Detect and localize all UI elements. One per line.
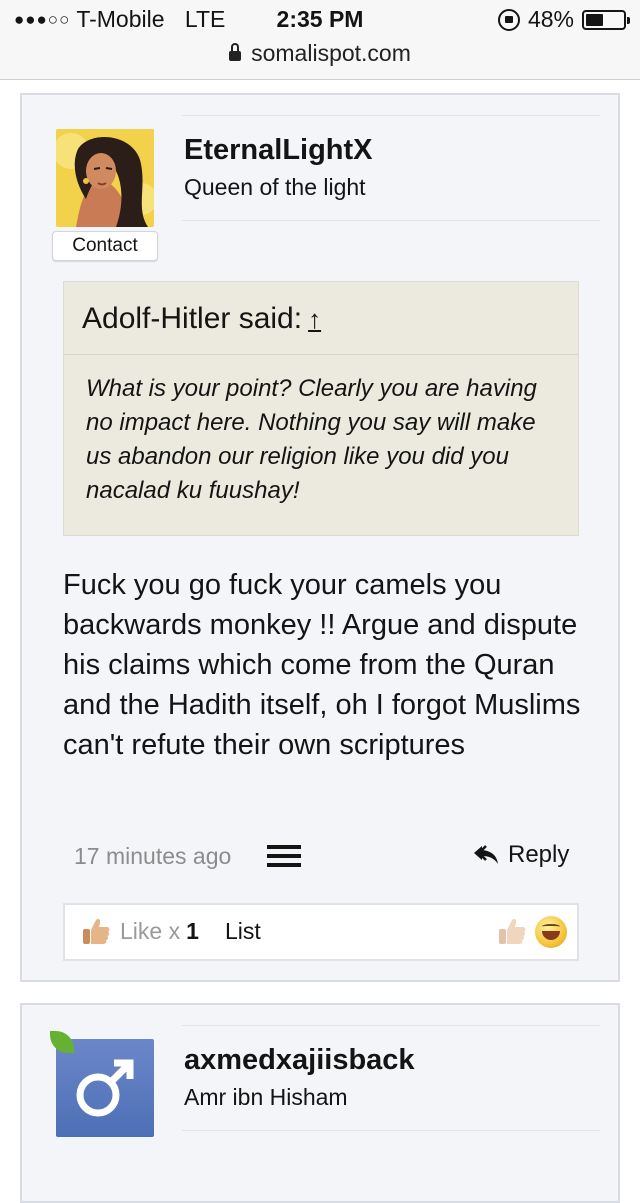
rotation-lock-icon	[497, 8, 520, 31]
battery-fill	[586, 13, 603, 26]
thumbs-up-icon	[83, 919, 110, 944]
like-reaction-button-icon[interactable]	[497, 916, 527, 946]
forum-post-next: axmedxajiisback Amr ibn Hisham	[20, 1003, 620, 1203]
reply-label: Reply	[508, 841, 570, 868]
battery-percent: 48%	[527, 6, 574, 32]
address-bar[interactable]: somalispot.com	[0, 40, 640, 67]
laugh-reaction-icon[interactable]	[535, 916, 567, 948]
forum-post: Contact EternalLightX Queen of the light…	[20, 93, 620, 982]
quote-block: Adolf-Hitler said: ↑ What is your point? …	[63, 281, 579, 536]
male-symbol-icon	[76, 1059, 134, 1117]
user-title-next: Amr ibn Hisham	[184, 1084, 348, 1110]
username[interactable]: EternalLightX	[184, 134, 373, 167]
quote-text: What is your point? Clearly you are havi…	[86, 375, 537, 504]
like-count: 1	[186, 918, 199, 944]
user-header: EternalLightX Queen of the light	[182, 115, 600, 221]
likes-bar: Like x1 List	[63, 903, 579, 961]
menu-icon[interactable]	[267, 845, 301, 869]
online-leaf-icon	[50, 1031, 74, 1053]
avatar-illustration	[56, 129, 154, 227]
reply-button[interactable]: Reply	[472, 841, 569, 869]
reply-icon	[474, 845, 498, 864]
status-right: 48%	[497, 6, 630, 33]
like-label: Like x	[120, 918, 181, 944]
jump-to-quote-icon[interactable]: ↑	[308, 304, 321, 334]
quote-author[interactable]: Adolf-Hitler said:	[82, 302, 302, 335]
contact-button[interactable]: Contact	[52, 231, 158, 261]
likes-list-link[interactable]: List	[225, 918, 261, 945]
avatar[interactable]	[56, 129, 154, 227]
likes-summary: Like x1	[120, 918, 199, 945]
status-bar: ●●●○○ T-Mobile LTE 2:35 PM 48% somalispo…	[0, 0, 640, 80]
post-timestamp[interactable]: 17 minutes ago	[74, 843, 231, 870]
battery-icon	[582, 9, 630, 30]
url-text: somalispot.com	[251, 40, 411, 66]
user-title: Queen of the light	[184, 174, 366, 200]
quote-header: Adolf-Hitler said: ↑	[82, 302, 321, 336]
padlock-icon	[229, 43, 242, 61]
post-message: Fuck you go fuck your camels you backwar…	[63, 569, 581, 761]
user-header-next: axmedxajiisback Amr ibn Hisham	[182, 1025, 600, 1131]
avatar-next[interactable]	[56, 1039, 154, 1137]
quote-divider	[64, 354, 578, 355]
username-next[interactable]: axmedxajiisback	[184, 1044, 415, 1077]
